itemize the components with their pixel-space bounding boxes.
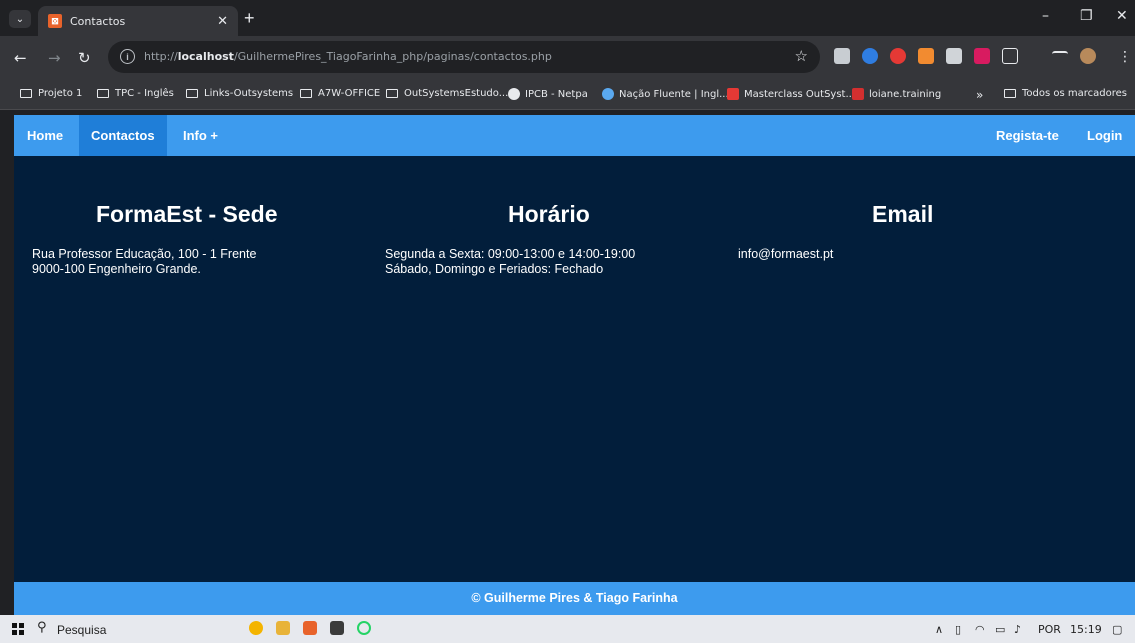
site-footer: © Guilherme Pires & Tiago Farinha <box>14 582 1135 615</box>
search-icon[interactable]: ⚲ <box>37 620 47 635</box>
bookmark-item[interactable]: IPCB - Netpa <box>508 88 588 100</box>
close-tab-icon[interactable]: ✕ <box>217 13 228 29</box>
restore-icon[interactable]: ❐ <box>1080 8 1093 24</box>
close-window-icon[interactable]: ✕ <box>1116 8 1128 24</box>
folder-icon <box>300 89 312 98</box>
nav-home[interactable]: Home <box>15 115 75 156</box>
bookmark-item[interactable]: A7W-OFFICE <box>300 88 380 99</box>
bookmark-item[interactable]: loiane.training <box>852 88 941 100</box>
bookmark-item[interactable]: Nação Fluente | Ingl... <box>602 88 729 100</box>
nav-info[interactable]: Info + <box>171 115 230 156</box>
tray-chevron-icon[interactable]: ∧ <box>935 623 943 636</box>
notifications-icon[interactable]: ▢ <box>1112 623 1122 636</box>
angular-icon <box>852 88 864 100</box>
chrome-app-icon[interactable] <box>249 621 263 635</box>
reader-icon[interactable] <box>834 48 850 64</box>
horario-title: Horário <box>508 201 590 227</box>
globe-icon <box>508 88 520 100</box>
site-navbar: Home Contactos Info + Regista-te Login <box>14 115 1135 156</box>
extensions-puzzle-icon[interactable] <box>1002 48 1018 64</box>
browser-toolbar: ← → ↻ i http://localhost/GuilhermePires_… <box>0 36 1135 82</box>
site-icon <box>727 88 739 100</box>
email-title: Email <box>872 201 934 227</box>
reload-icon[interactable]: ↻ <box>78 49 91 67</box>
folder-icon <box>186 89 198 98</box>
windows-start-icon[interactable] <box>12 623 24 635</box>
tray-battery-icon[interactable]: ▭ <box>995 623 1005 636</box>
opera-icon[interactable] <box>890 48 906 64</box>
all-bookmarks-button[interactable]: Todos os marcadores <box>1004 88 1127 99</box>
nav-contactos[interactable]: Contactos <box>79 115 167 156</box>
site-icon <box>602 88 614 100</box>
site-info-icon[interactable]: i <box>120 49 135 64</box>
extension-blue-icon[interactable] <box>862 48 878 64</box>
xampp-favicon-icon: ⊠ <box>48 14 62 28</box>
url-text: http://localhost/GuilhermePires_TiagoFar… <box>144 50 552 63</box>
file-explorer-icon[interactable] <box>276 621 290 635</box>
profile-avatar[interactable] <box>1080 48 1096 64</box>
extension-red-icon[interactable] <box>974 48 990 64</box>
bookmark-item[interactable]: Links-Outsystems <box>186 88 293 99</box>
tab-strip: ⌄ ⊠ Contactos ✕ + – ❐ ✕ <box>0 0 1135 36</box>
folder-icon <box>97 89 109 98</box>
bookmark-star-icon[interactable]: ☆ <box>795 47 808 65</box>
web-page: Home Contactos Info + Regista-te Login F… <box>14 115 1135 615</box>
folder-icon <box>20 89 32 98</box>
taskbar-search[interactable]: Pesquisa <box>57 623 106 637</box>
sede-title: FormaEst - Sede <box>96 201 278 227</box>
bookmark-item[interactable]: OutSystemsEstudo... <box>386 88 508 99</box>
xampp-app-icon[interactable] <box>303 621 317 635</box>
os-taskbar: ⚲ Pesquisa ∧ ▯ ◠ ▭ ♪ POR 15:19 ▢ <box>0 615 1135 643</box>
extension-gray-icon[interactable] <box>946 48 962 64</box>
tray-devices-icon[interactable]: ▯ <box>955 623 961 636</box>
extension-orange-icon[interactable] <box>918 48 934 64</box>
nav-login[interactable]: Login <box>1075 115 1134 156</box>
nav-register[interactable]: Regista-te <box>984 115 1071 156</box>
back-icon[interactable]: ← <box>14 49 27 67</box>
terminal-app-icon[interactable] <box>330 621 344 635</box>
bookmark-item[interactable]: Projeto 1 <box>20 88 82 99</box>
more-bookmarks-button[interactable]: » <box>976 88 983 102</box>
sede-address: Rua Professor Educação, 100 - 1 Frente 9… <box>32 247 257 276</box>
folder-icon <box>1004 89 1016 98</box>
address-bar[interactable]: i http://localhost/GuilhermePires_TiagoF… <box>108 41 820 73</box>
reading-list-icon[interactable] <box>1052 51 1068 61</box>
tray-language[interactable]: POR <box>1038 623 1061 636</box>
bookmark-item[interactable]: TPC - Inglês <box>97 88 174 99</box>
menu-icon[interactable]: ⋮ <box>1118 49 1132 65</box>
whatsapp-app-icon[interactable] <box>357 621 371 635</box>
tab-search-button[interactable]: ⌄ <box>9 10 31 28</box>
tab-title: Contactos <box>70 14 126 28</box>
minimize-icon[interactable]: – <box>1042 8 1049 24</box>
email-address: info@formaest.pt <box>738 247 834 261</box>
folder-icon <box>386 89 398 98</box>
bookmark-item[interactable]: Masterclass OutSyst... <box>727 88 855 100</box>
forward-icon[interactable]: → <box>48 49 61 67</box>
horario-text: Segunda a Sexta: 09:00-13:00 e 14:00-19:… <box>385 247 636 276</box>
bookmarks-bar: Projeto 1 TPC - Inglês Links-Outsystems … <box>0 82 1135 110</box>
tray-volume-icon[interactable]: ♪ <box>1014 623 1021 636</box>
tray-clock[interactable]: 15:19 <box>1070 623 1102 636</box>
new-tab-icon[interactable]: + <box>244 8 255 29</box>
tray-network-icon[interactable]: ◠ <box>975 623 985 636</box>
browser-tab[interactable]: ⊠ Contactos ✕ <box>38 6 238 36</box>
